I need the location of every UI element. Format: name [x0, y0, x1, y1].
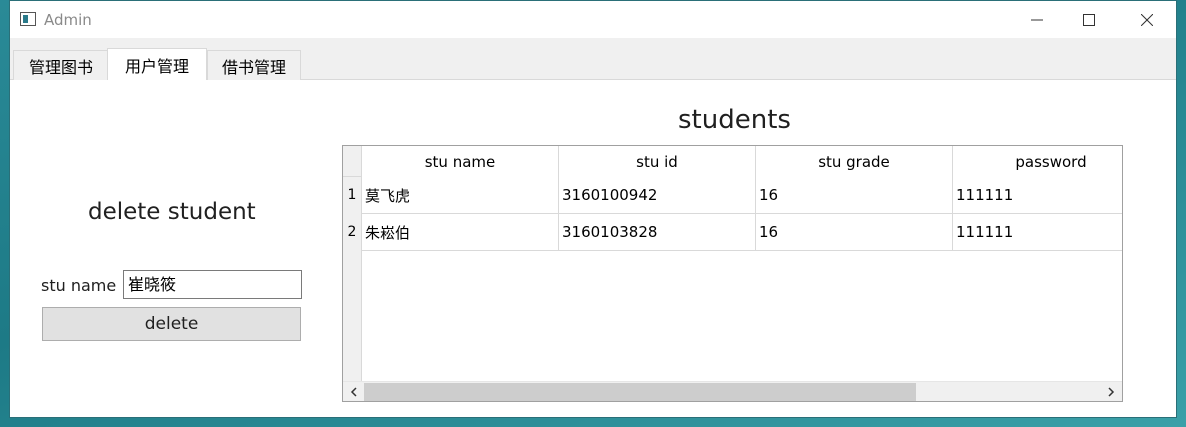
scroll-left-button[interactable] [347, 385, 361, 399]
scrollbar-thumb[interactable] [364, 383, 916, 401]
stu-name-label: stu name [41, 276, 117, 295]
students-table[interactable]: stu name stu id stu grade password 1 2 莫… [342, 145, 1123, 402]
tab-manage-books[interactable]: 管理图书 [13, 50, 109, 80]
stu-name-input[interactable]: 崔晓筱 [123, 270, 302, 299]
close-button[interactable] [1124, 1, 1170, 38]
delete-student-title: delete student [88, 199, 256, 225]
table-cell[interactable]: 111111 [953, 177, 1122, 214]
horizontal-scrollbar[interactable] [343, 381, 1122, 401]
table-cell[interactable]: 朱崧伯 [362, 214, 559, 251]
table-cell[interactable]: 3160100942 [559, 177, 756, 214]
delete-button[interactable]: delete [42, 307, 301, 341]
maximize-icon [1083, 13, 1095, 26]
tab-bar: 管理图书 用户管理 借书管理 [10, 38, 1176, 80]
window-title: Admin [44, 11, 92, 29]
table-cell[interactable]: 111111 [953, 214, 1122, 251]
column-header-stu-id[interactable]: stu id [559, 146, 756, 177]
row-number[interactable]: 2 [343, 224, 361, 240]
tab-borrow-management[interactable]: 借书管理 [207, 50, 301, 80]
app-window-icon [20, 12, 36, 26]
minimize-icon [1031, 19, 1043, 20]
table-cell[interactable]: 3160103828 [559, 214, 756, 251]
table-cell[interactable]: 16 [756, 214, 953, 251]
chevron-right-icon [1108, 387, 1115, 397]
students-table-title: students [678, 105, 791, 135]
column-header-stu-name[interactable]: stu name [362, 146, 559, 177]
maximize-button[interactable] [1066, 1, 1112, 38]
chevron-left-icon [350, 387, 357, 397]
row-number[interactable]: 1 [343, 187, 361, 203]
close-icon [1141, 13, 1153, 26]
column-header-stu-grade[interactable]: stu grade [756, 146, 953, 177]
title-bar[interactable]: Admin [10, 1, 1176, 38]
admin-window: Admin 管理图书 用户管理 借书管理 delete student stu … [9, 0, 1177, 418]
tab-user-management[interactable]: 用户管理 [107, 48, 207, 80]
scroll-right-button[interactable] [1104, 385, 1118, 399]
minimize-button[interactable] [1014, 1, 1060, 38]
table-cell[interactable]: 莫飞虎 [362, 177, 559, 214]
row-header: 1 2 [343, 177, 362, 382]
column-header-password[interactable]: password [953, 146, 1122, 177]
table-corner[interactable] [343, 146, 362, 177]
table-cell[interactable]: 16 [756, 177, 953, 214]
